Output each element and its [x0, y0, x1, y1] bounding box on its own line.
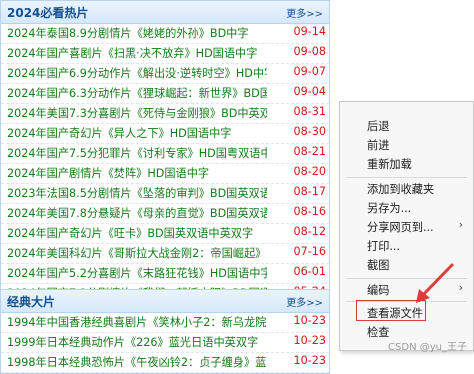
movie-row: 2024年国产剧情片《焚阵》HD国语中字 08-20: [1, 164, 329, 184]
movie-title-link[interactable]: 2024年国产奇幻片《旺卡》BD国英双语中英双字: [7, 225, 267, 241]
menu-item-forward[interactable]: 前进: [340, 135, 473, 155]
movie-title-link[interactable]: 2024年国产剧情片《焚阵》HD国语中字: [7, 165, 267, 181]
menu-item-label: 后退: [367, 120, 390, 133]
movie-date: 08-21: [293, 145, 326, 158]
movie-row: 2024年国产7.5分犯罪片《讨利专家》HD国粤双语中字 08-21: [1, 144, 329, 164]
movie-title-link[interactable]: 1998年日本经典恐怖片《午夜凶铃2：贞子缠身》蓝光日语中字: [7, 354, 267, 370]
movie-title-link[interactable]: 2024年美国7.8分悬疑片《母亲的直觉》BD国英双语中英双字: [7, 205, 267, 221]
movie-date: 08-30: [293, 125, 326, 138]
view-source-highlight-box: [356, 300, 426, 321]
menu-item-label: 检查: [367, 326, 390, 339]
movie-row: 2024年国产6.3分动作片《狸球崛起：新世界》BD国英双语双字 09-04: [1, 84, 329, 104]
movie-date: 09-08: [293, 45, 326, 58]
movie-title-link[interactable]: 2024年国产6.9分动作片《解出没·逆转时空》HD中字: [7, 65, 267, 81]
movie-row: 2024年国产5.2分喜剧片《末路狂花钱》HD国语中字 06-01: [1, 264, 329, 284]
movie-title-link[interactable]: 1999年日本经典动作片《226》蓝光日语中英双字: [7, 334, 267, 350]
movie-row: 2024年美国科幻片《哥斯拉大战金刚2：帝国崛起》BD中英双字 07-16: [1, 244, 329, 264]
movie-date: 06-01: [293, 265, 326, 278]
classic-movies-panel: 经典大片 更多>> 1994年中国香港经典喜剧片《笑林小子2：新乌龙院》HD国语…: [0, 289, 330, 374]
movie-date: 10-23: [293, 354, 326, 367]
movie-date: 07-16: [293, 245, 326, 258]
menu-item-reload[interactable]: 重新加载: [340, 154, 473, 174]
chevron-right-icon: ›: [458, 281, 463, 294]
menu-item-label: 前进: [367, 139, 390, 152]
hot-panel-title: 2024必看热片: [7, 6, 89, 20]
movie-date: 10-23: [293, 314, 326, 327]
movie-date: 09-07: [293, 65, 326, 78]
classic-panel-title: 经典大片: [7, 295, 56, 309]
menu-item-save-as[interactable]: 另存为...: [340, 198, 473, 218]
movie-title-link[interactable]: 2024年国产6.3分动作片《狸球崛起：新世界》BD国英双语双字: [7, 85, 267, 101]
movie-date: 08-20: [293, 165, 326, 178]
movie-date: 09-04: [293, 85, 326, 98]
movie-row: 2024年美国7.3分喜剧片《死侍与金刚狼》BD中英双字 08-31: [1, 104, 329, 124]
movie-date: 08-31: [293, 105, 326, 118]
movie-date: 09-14: [293, 25, 326, 38]
chevron-right-icon: ›: [458, 218, 463, 231]
movie-title-link[interactable]: 2024年泰国8.9分剧情片《姥姥的外孙》BD中字: [7, 25, 267, 41]
classic-panel-header: 经典大片 更多>>: [1, 290, 329, 313]
menu-item-add-favorite[interactable]: 添加到收藏夹: [340, 179, 473, 199]
movie-date: 08-17: [293, 185, 326, 198]
movie-title-link[interactable]: 2024年国产奇幻片《异人之下》HD国语中字: [7, 125, 267, 141]
movie-date: 08-12: [293, 225, 326, 238]
menu-separator: [346, 278, 467, 279]
hot-movies-panel: 2024必看热片 更多>> 2024年泰国8.9分剧情片《姥姥的外孙》BD中字 0…: [0, 0, 330, 325]
movie-title-link[interactable]: 2024年美国科幻片《哥斯拉大战金刚2：帝国崛起》BD中英双字: [7, 245, 267, 261]
movie-title-link[interactable]: 2024年国产5.2分喜剧片《末路狂花钱》HD国语中字: [7, 265, 267, 281]
classic-more-link[interactable]: 更多>>: [286, 294, 323, 309]
csdn-watermark: CSDN @yu_王子: [388, 342, 467, 353]
movie-row: 2024年美国7.8分悬疑片《母亲的直觉》BD国英双语中英双字 08-16: [1, 204, 329, 224]
movie-row: 2024年国产奇幻片《异人之下》HD国语中字 08-30: [1, 124, 329, 144]
movie-row: 2024年泰国8.9分剧情片《姥姥的外孙》BD中字 09-14: [1, 24, 329, 44]
movie-row: 1998年日本经典恐怖片《午夜凶铃2：贞子缠身》蓝光日语中字 10-23: [1, 353, 329, 373]
movie-title-link[interactable]: 2023年法国8.5分剧情片《坠落的审判》BD国英双语中英双字: [7, 185, 267, 201]
movie-title-link[interactable]: 1994年中国香港经典喜剧片《笑林小子2：新乌龙院》HD国语中字: [7, 314, 267, 330]
movie-row: 2024年国产6.9分动作片《解出没·逆转时空》HD中字 09-07: [1, 64, 329, 84]
menu-item-label: 添加到收藏夹: [367, 183, 435, 196]
menu-item-screenshot[interactable]: 截图: [340, 255, 473, 275]
movie-row: 2024年国产喜剧片《扫黑·决不放弃》HD国语中字 09-08: [1, 44, 329, 64]
menu-item-label: 编码: [367, 284, 390, 297]
movie-date: 10-23: [293, 334, 326, 347]
hot-more-link[interactable]: 更多>>: [286, 5, 323, 20]
menu-item-share-page[interactable]: 分享网页到... ›: [340, 217, 473, 237]
movie-row: 1994年中国香港经典喜剧片《笑林小子2：新乌龙院》HD国语中字 10-23: [1, 313, 329, 333]
menu-item-label: 另存为...: [367, 202, 412, 215]
movie-title-link[interactable]: 2024年美国7.3分喜剧片《死侍与金刚狼》BD中英双字: [7, 105, 267, 121]
menu-item-back[interactable]: 后退: [340, 116, 473, 136]
movie-title-link[interactable]: 2024年国产7.5分犯罪片《讨利专家》HD国粤双语中字: [7, 145, 267, 161]
menu-separator: [346, 177, 467, 178]
menu-item-print[interactable]: 打印...: [340, 236, 473, 256]
movie-row: 2023年法国8.5分剧情片《坠落的审判》BD国英双语中英双字 08-17: [1, 184, 329, 204]
hot-panel-header: 2024必看热片 更多>>: [1, 1, 329, 24]
menu-item-label: 重新加载: [367, 158, 412, 171]
menu-item-encoding[interactable]: 编码 ›: [340, 280, 473, 300]
movie-row: 1999年日本经典动作片《226》蓝光日语中英双字 10-23: [1, 333, 329, 353]
menu-item-label: 分享网页到...: [367, 221, 434, 234]
menu-item-label: 截图: [367, 259, 390, 272]
movie-title-link[interactable]: 2024年国产喜剧片《扫黑·决不放弃》HD国语中字: [7, 45, 267, 61]
movie-row: 2024年国产奇幻片《旺卡》BD国英双语中英双字 08-12: [1, 224, 329, 244]
movie-date: 08-16: [293, 205, 326, 218]
menu-item-label: 打印...: [367, 240, 401, 253]
